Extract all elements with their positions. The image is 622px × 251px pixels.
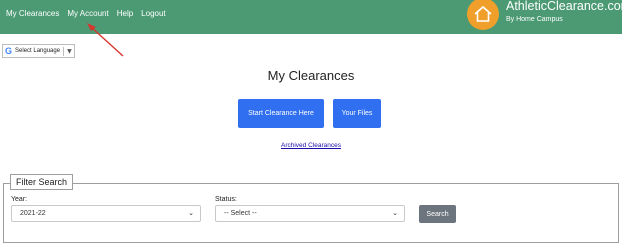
year-label: Year: xyxy=(11,196,28,203)
chevron-down-icon: ⌄ xyxy=(392,210,398,217)
your-files-button[interactable]: Your Files xyxy=(333,99,381,128)
filter-legend: Filter Search xyxy=(10,174,74,190)
chevron-down-icon: ⌄ xyxy=(188,210,194,217)
start-clearance-button[interactable]: Start Clearance Here xyxy=(238,99,324,128)
year-select[interactable]: 2021-22 ⌄ xyxy=(11,205,201,222)
status-select-value: -- Select -- xyxy=(224,210,257,217)
archived-link-row: Archived Clearances xyxy=(0,142,622,149)
status-select[interactable]: -- Select -- ⌄ xyxy=(215,205,405,222)
archived-clearances-link[interactable]: Archived Clearances xyxy=(281,142,341,149)
year-select-value: 2021-22 xyxy=(20,210,46,217)
search-button[interactable]: Search xyxy=(419,205,456,223)
page-title: My Clearances xyxy=(267,68,355,83)
status-label: Status: xyxy=(215,196,237,203)
